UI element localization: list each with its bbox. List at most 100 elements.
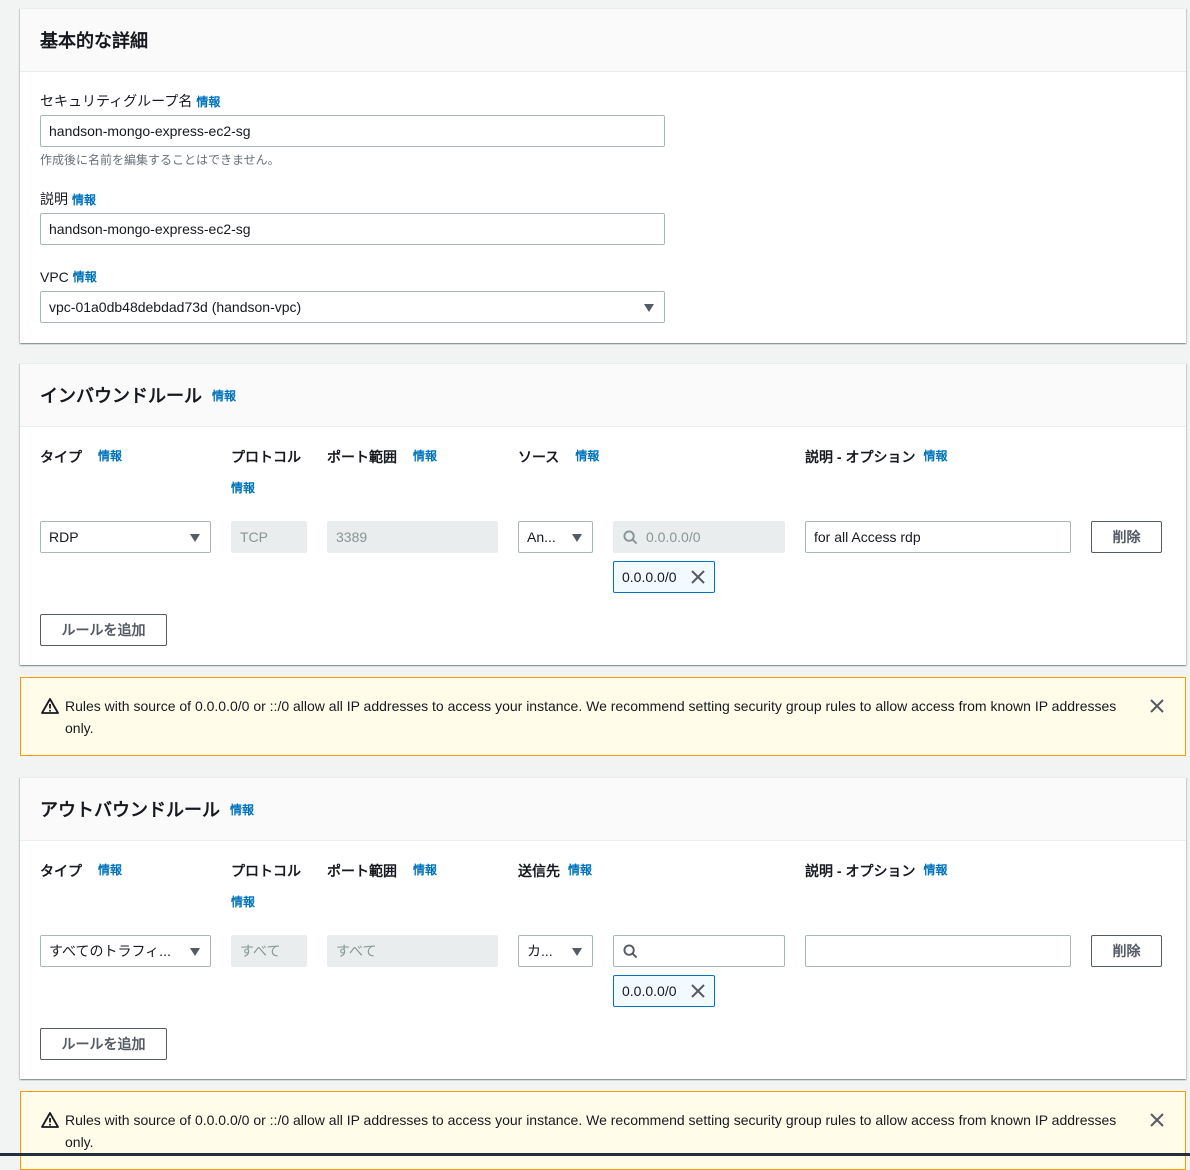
outbound-type-select[interactable]: すべてのトラフィ... bbox=[40, 935, 211, 967]
outbound-cidr-search-input[interactable] bbox=[613, 935, 785, 967]
inbound-description-input[interactable]: for all Access rdp bbox=[805, 521, 1071, 553]
vpc-label: VPC bbox=[40, 268, 69, 285]
sg-name-input[interactable]: handson-mongo-express-ec2-sg bbox=[40, 115, 665, 147]
outbound-col-desc: 説明 - オプション 情報 bbox=[805, 861, 947, 881]
warning-icon bbox=[41, 1112, 59, 1131]
outbound-col-type-info[interactable]: 情報 bbox=[98, 861, 122, 878]
outbound-cidr-token: 0.0.0.0/0 bbox=[613, 975, 715, 1007]
chevron-down-icon bbox=[644, 304, 654, 312]
desc-label: 説明 bbox=[40, 191, 68, 207]
inbound-rules-header: インバウンドルール 情報 bbox=[20, 364, 1186, 427]
basic-details-header: 基本的な詳細 bbox=[20, 9, 1186, 72]
inbound-col-type-label: タイプ bbox=[40, 449, 82, 465]
inbound-col-desc: 説明 - オプション 情報 bbox=[805, 447, 947, 467]
basic-details-panel: 基本的な詳細 セキュリティグループ名 情報 handson-mongo-expr… bbox=[20, 8, 1186, 343]
sg-name-label: セキュリティグループ名 bbox=[40, 93, 193, 109]
close-icon[interactable] bbox=[690, 983, 706, 1002]
outbound-rules-header: アウトバウンドルール 情報 bbox=[20, 778, 1186, 841]
chevron-down-icon bbox=[572, 948, 582, 956]
inbound-cidr-token: 0.0.0.0/0 bbox=[613, 561, 715, 593]
chevron-down-icon bbox=[190, 948, 200, 956]
outbound-description-input[interactable] bbox=[805, 935, 1071, 967]
outbound-dest-select[interactable]: カ... bbox=[518, 935, 593, 967]
outbound-col-port-info[interactable]: 情報 bbox=[413, 861, 437, 878]
inbound-port-field: 3389 bbox=[327, 521, 498, 553]
outbound-rules-title: アウトバウンドルール bbox=[40, 800, 220, 820]
outbound-col-protocol-label: プロトコル bbox=[231, 863, 301, 879]
inbound-type-value: RDP bbox=[49, 529, 79, 545]
sg-name-hint: 作成後に名前を編集することはできません。 bbox=[40, 153, 280, 167]
outbound-col-protocol: プロトコル 情報 bbox=[231, 861, 301, 910]
outbound-port-field: すべて bbox=[327, 935, 498, 967]
outbound-col-port: ポート範囲 情報 bbox=[327, 861, 437, 881]
inbound-col-protocol: プロトコル 情報 bbox=[231, 447, 301, 496]
inbound-col-source-label: ソース bbox=[518, 449, 560, 465]
search-icon bbox=[623, 944, 638, 962]
inbound-add-rule-button[interactable]: ルールを追加 bbox=[40, 614, 167, 646]
outbound-protocol-value: すべて bbox=[240, 943, 281, 959]
inbound-col-desc-info[interactable]: 情報 bbox=[923, 447, 947, 464]
inbound-col-port-label: ポート範囲 bbox=[327, 449, 397, 465]
vpc-select[interactable]: vpc-01a0db48debdad73d (handson-vpc) bbox=[40, 291, 665, 323]
outbound-port-value: すべて bbox=[336, 943, 377, 959]
description-value: handson-mongo-express-ec2-sg bbox=[49, 221, 251, 237]
inbound-cidr-token-label: 0.0.0.0/0 bbox=[622, 569, 677, 585]
search-icon bbox=[623, 530, 638, 548]
close-icon[interactable] bbox=[1149, 698, 1165, 717]
inbound-rules-panel: インバウンドルール 情報 タイプ 情報 プロトコル 情報 ポート範囲 情報 ソー… bbox=[20, 363, 1186, 665]
inbound-col-source: ソース 情報 bbox=[518, 447, 599, 467]
inbound-rules-title: インバウンドルール bbox=[40, 386, 202, 406]
inbound-delete-button[interactable]: 削除 bbox=[1091, 521, 1162, 553]
outbound-rules-panel: アウトバウンドルール 情報 タイプ 情報 プロトコル 情報 ポート範囲 情報 送… bbox=[20, 777, 1186, 1079]
inbound-col-protocol-info[interactable]: 情報 bbox=[231, 479, 255, 496]
inbound-col-protocol-label: プロトコル bbox=[231, 449, 301, 465]
outbound-col-port-label: ポート範囲 bbox=[327, 863, 397, 879]
outbound-add-rule-button[interactable]: ルールを追加 bbox=[40, 1028, 167, 1060]
inbound-col-port-info[interactable]: 情報 bbox=[413, 447, 437, 464]
inbound-description-value: for all Access rdp bbox=[814, 529, 921, 545]
desc-label-row: 説明 情報 bbox=[40, 189, 96, 209]
desc-info-link[interactable]: 情報 bbox=[72, 191, 96, 208]
chevron-down-icon bbox=[190, 534, 200, 542]
inbound-protocol-value: TCP bbox=[240, 529, 268, 545]
inbound-col-desc-label: 説明 - オプション bbox=[805, 449, 916, 465]
outbound-col-dest-label: 送信先 bbox=[518, 863, 560, 879]
sg-name-label-row: セキュリティグループ名 情報 bbox=[40, 91, 220, 111]
outbound-col-desc-info[interactable]: 情報 bbox=[923, 861, 947, 878]
inbound-port-value: 3389 bbox=[336, 529, 368, 545]
inbound-cidr-search-input[interactable]: 0.0.0.0/0 bbox=[613, 521, 785, 553]
close-icon[interactable] bbox=[690, 569, 706, 588]
inbound-type-select[interactable]: RDP bbox=[40, 521, 211, 553]
vpc-label-row: VPC 情報 bbox=[40, 268, 97, 285]
outbound-info-link[interactable]: 情報 bbox=[230, 801, 254, 818]
outbound-cidr-token-label: 0.0.0.0/0 bbox=[622, 983, 677, 999]
inbound-col-port: ポート範囲 情報 bbox=[327, 447, 437, 467]
inbound-warning-text: Rules with source of 0.0.0.0/0 or ::/0 a… bbox=[65, 698, 1117, 736]
outbound-col-dest: 送信先 情報 bbox=[518, 861, 592, 881]
inbound-info-link[interactable]: 情報 bbox=[212, 387, 236, 404]
outbound-col-dest-info[interactable]: 情報 bbox=[568, 861, 592, 878]
inbound-source-select[interactable]: An... bbox=[518, 521, 593, 553]
inbound-cidr-placeholder: 0.0.0.0/0 bbox=[646, 529, 701, 545]
inbound-source-select-value: An... bbox=[527, 529, 556, 545]
outbound-delete-button[interactable]: 削除 bbox=[1091, 935, 1162, 967]
description-input[interactable]: handson-mongo-express-ec2-sg bbox=[40, 213, 665, 245]
outbound-type-value: すべてのトラフィ... bbox=[49, 943, 171, 959]
inbound-col-type-info[interactable]: 情報 bbox=[98, 447, 122, 464]
sg-name-value: handson-mongo-express-ec2-sg bbox=[49, 123, 251, 139]
outbound-col-desc-label: 説明 - オプション bbox=[805, 863, 916, 879]
vpc-value: vpc-01a0db48debdad73d (handson-vpc) bbox=[49, 299, 302, 315]
close-icon[interactable] bbox=[1149, 1112, 1165, 1131]
outbound-dest-select-value: カ... bbox=[527, 943, 553, 959]
outbound-warning-alert: Rules with source of 0.0.0.0/0 or ::/0 a… bbox=[20, 1091, 1186, 1170]
warning-icon bbox=[41, 698, 59, 717]
vpc-info-link[interactable]: 情報 bbox=[73, 268, 97, 285]
inbound-col-source-info[interactable]: 情報 bbox=[575, 447, 599, 464]
outbound-protocol-field: すべて bbox=[231, 935, 307, 967]
chevron-down-icon bbox=[572, 534, 582, 542]
outbound-col-type: タイプ 情報 bbox=[40, 861, 122, 881]
basic-details-title: 基本的な詳細 bbox=[40, 31, 148, 51]
outbound-warning-text: Rules with source of 0.0.0.0/0 or ::/0 a… bbox=[65, 1112, 1117, 1150]
sg-name-info-link[interactable]: 情報 bbox=[196, 93, 220, 110]
outbound-col-protocol-info[interactable]: 情報 bbox=[231, 893, 255, 910]
